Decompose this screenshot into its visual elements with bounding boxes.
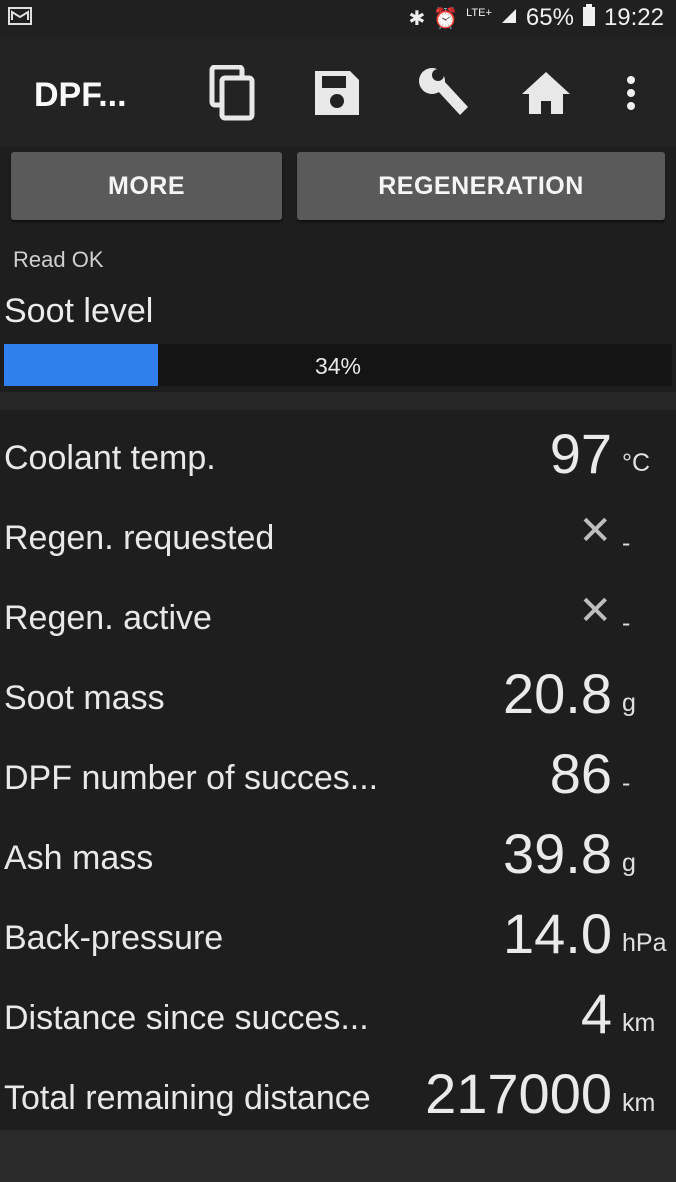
parameter-label: Regen. requested xyxy=(4,519,275,557)
save-icon xyxy=(315,71,359,115)
parameter-unit: km xyxy=(622,1009,656,1037)
parameter-unit: - xyxy=(622,609,631,637)
copy-button[interactable] xyxy=(203,64,261,122)
more-vert-icon xyxy=(627,76,635,110)
wrench-icon xyxy=(419,68,468,115)
bottom-area xyxy=(0,1130,676,1182)
mail-notification-icon xyxy=(8,6,32,31)
copy-icon xyxy=(209,65,255,121)
parameter-unit: - xyxy=(622,769,631,797)
home-button[interactable] xyxy=(517,64,575,122)
signal-icon xyxy=(500,4,518,32)
parameter-row: Back-pressure 14.0 hPa xyxy=(0,890,676,970)
parameter-row: Regen. requested ✕ - xyxy=(0,490,676,570)
network-type: LTE+ xyxy=(466,6,492,19)
false-indicator-icon: ✕ xyxy=(578,589,612,633)
parameter-value: 39.8 xyxy=(503,822,612,885)
regeneration-button[interactable]: REGENERATION xyxy=(297,152,665,220)
parameter-value: 14.0 xyxy=(503,902,612,965)
parameter-unit: °C xyxy=(622,449,651,477)
parameter-unit: g xyxy=(622,689,636,717)
app-toolbar: DPF... xyxy=(0,36,676,146)
soot-level-percent: 34% xyxy=(314,353,362,379)
parameter-unit: hPa xyxy=(622,929,667,957)
parameter-label: Regen. active xyxy=(4,599,212,637)
parameter-row: Coolant temp. 97 °C xyxy=(0,410,676,490)
more-button[interactable]: MORE xyxy=(11,152,282,220)
alarm-icon: ⏰ xyxy=(433,7,459,30)
bluetooth-icon: ✱ xyxy=(408,7,426,30)
section-divider xyxy=(0,392,676,410)
parameter-label: Coolant temp. xyxy=(4,439,216,477)
status-bar: ✱ ⏰ LTE+ 65% 19:22 xyxy=(0,0,676,36)
parameter-unit: - xyxy=(622,529,631,557)
parameter-label: Back-pressure xyxy=(4,919,224,957)
parameter-row: Regen. active ✕ - xyxy=(0,570,676,650)
parameter-label: Distance since succes... xyxy=(4,999,369,1037)
false-indicator-icon: ✕ xyxy=(578,509,612,553)
soot-level-progress-bar: 34% xyxy=(4,344,672,386)
parameter-value: 97 xyxy=(549,422,612,485)
home-icon xyxy=(522,72,570,114)
parameter-row: Distance since succes... 4 km xyxy=(0,970,676,1050)
settings-button[interactable] xyxy=(413,64,471,122)
overflow-menu-button[interactable] xyxy=(602,64,660,122)
parameter-label: DPF number of succes... xyxy=(4,759,379,797)
battery-icon xyxy=(582,3,596,33)
parameter-row: DPF number of succes... 86- xyxy=(0,730,676,810)
app-title: DPF... xyxy=(34,76,127,114)
read-status: Read OK xyxy=(13,247,104,272)
parameter-row: Soot mass 20.8 g xyxy=(0,650,676,730)
battery-percent: 65% xyxy=(525,4,574,31)
save-button[interactable] xyxy=(308,64,366,122)
soot-level-label: Soot level xyxy=(4,292,154,330)
parameter-label: Ash mass xyxy=(4,839,154,877)
parameter-value: 217000 xyxy=(425,1062,612,1125)
clock: 19:22 xyxy=(603,4,664,31)
parameter-value: 4 xyxy=(580,982,612,1045)
parameter-label: Total remaining distance xyxy=(4,1079,371,1117)
parameter-value: 20.8 xyxy=(503,662,612,725)
parameter-list: Coolant temp. 97 °C Regen. requested ✕ - Regen… xyxy=(0,410,676,1130)
parameter-unit: km xyxy=(622,1089,656,1117)
parameter-label: Soot mass xyxy=(4,679,165,717)
parameter-unit: g xyxy=(622,849,636,877)
parameter-row: Total remaining distance 217000 km xyxy=(0,1050,676,1130)
parameter-row: Ash mass 39.8 g xyxy=(0,810,676,890)
parameter-value: 86 xyxy=(549,742,612,805)
